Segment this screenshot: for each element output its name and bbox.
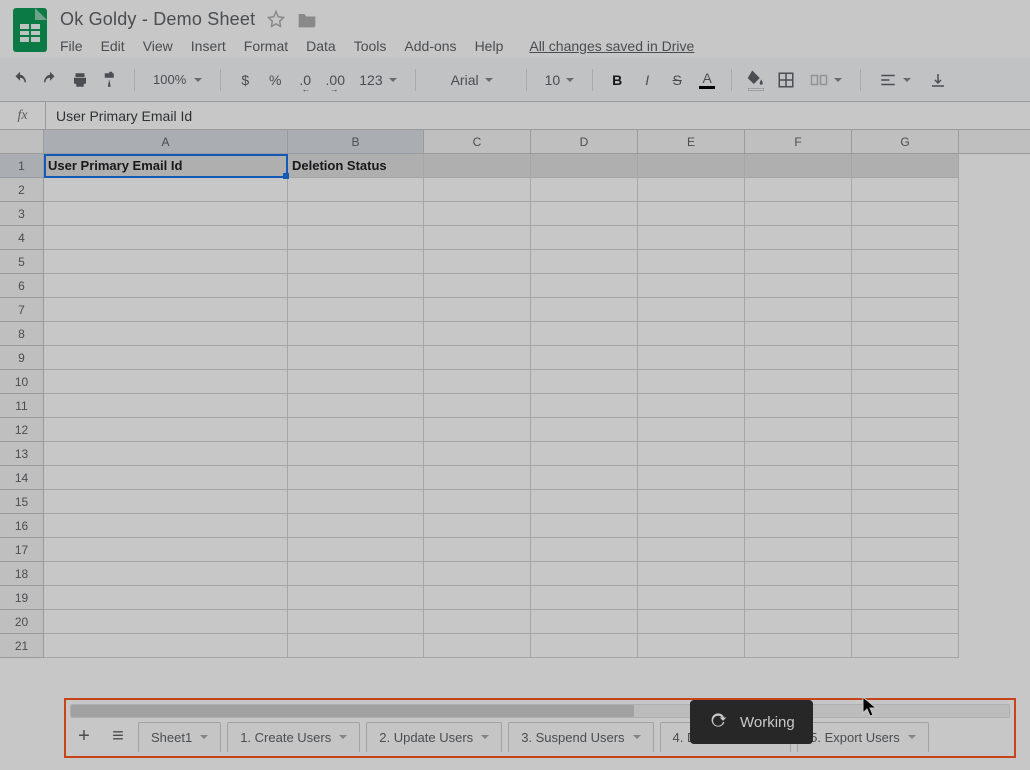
formula-bar: fx — [0, 102, 1030, 130]
refresh-icon — [708, 710, 728, 734]
row-7: 7 — [0, 298, 1030, 322]
row-16: 16 — [0, 514, 1030, 538]
menu-data[interactable]: Data — [306, 38, 336, 54]
move-folder-icon[interactable] — [297, 10, 317, 28]
menu-addons[interactable]: Add-ons — [404, 38, 456, 54]
fill-color-button[interactable] — [742, 66, 770, 94]
cell[interactable] — [745, 154, 852, 178]
font-size-dropdown[interactable]: 10 — [537, 66, 583, 94]
number-format-dropdown[interactable]: 123 — [351, 66, 404, 94]
zoom-dropdown[interactable]: 100% — [145, 72, 210, 87]
text-color-button[interactable]: A — [693, 66, 721, 94]
row-1: 1 User Primary Email Id Deletion Status — [0, 154, 1030, 178]
bold-button[interactable]: B — [603, 66, 631, 94]
cell[interactable] — [424, 154, 531, 178]
row-8: 8 — [0, 322, 1030, 346]
formula-input[interactable] — [46, 102, 1030, 129]
row-2: 2 — [0, 178, 1030, 202]
menu-tools[interactable]: Tools — [354, 38, 387, 54]
row-6: 6 — [0, 274, 1030, 298]
col-header-A[interactable]: A — [44, 130, 288, 153]
increase-decimals-button[interactable]: .00→ — [321, 66, 349, 94]
add-sheet-button[interactable]: + — [70, 723, 98, 751]
format-currency-button[interactable]: $ — [231, 66, 259, 94]
cell[interactable] — [852, 154, 959, 178]
row-9: 9 — [0, 346, 1030, 370]
toast-label: Working — [740, 714, 795, 731]
column-headers: A B C D E F G — [0, 130, 1030, 154]
sheets-logo-icon[interactable] — [10, 6, 50, 54]
italic-button[interactable]: I — [633, 66, 661, 94]
sheet-tab-export-users[interactable]: 5. Export Users — [797, 722, 929, 752]
sheet-tab-suspend-users[interactable]: 3. Suspend Users — [508, 722, 653, 752]
menu-edit[interactable]: Edit — [101, 38, 125, 54]
cell[interactable] — [638, 154, 745, 178]
strikethrough-button[interactable]: S — [663, 66, 691, 94]
col-header-C[interactable]: C — [424, 130, 531, 153]
all-sheets-button[interactable]: ≡ — [104, 723, 132, 751]
row-18: 18 — [0, 562, 1030, 586]
menu-file[interactable]: File — [60, 38, 83, 54]
menu-view[interactable]: View — [143, 38, 173, 54]
row-header[interactable]: 1 — [0, 154, 44, 178]
decrease-decimals-button[interactable]: .0← — [291, 66, 319, 94]
cell-B1[interactable]: Deletion Status — [288, 154, 424, 178]
row-3: 3 — [0, 202, 1030, 226]
sheet-tab-update-users[interactable]: 2. Update Users — [366, 722, 502, 752]
borders-button[interactable] — [772, 66, 800, 94]
col-header-B[interactable]: B — [288, 130, 424, 153]
undo-button[interactable] — [6, 66, 34, 94]
format-percent-button[interactable]: % — [261, 66, 289, 94]
select-all-corner[interactable] — [0, 130, 44, 153]
doc-header: Ok Goldy - Demo Sheet File Edit View Ins… — [0, 0, 1030, 54]
row-5: 5 — [0, 250, 1030, 274]
print-button[interactable] — [66, 66, 94, 94]
cell[interactable] — [531, 154, 638, 178]
horizontal-align-dropdown[interactable] — [871, 66, 919, 94]
mouse-cursor-icon — [862, 696, 878, 718]
col-header-F[interactable]: F — [745, 130, 852, 153]
menu-bar: File Edit View Insert Format Data Tools … — [60, 32, 694, 54]
working-toast: Working — [690, 700, 813, 744]
star-icon[interactable] — [267, 10, 285, 28]
sheet-area: A B C D E F G 1 User Primary Email Id De… — [0, 130, 1030, 710]
row-20: 20 — [0, 610, 1030, 634]
row-12: 12 — [0, 418, 1030, 442]
doc-title[interactable]: Ok Goldy - Demo Sheet — [60, 9, 255, 30]
font-family-dropdown[interactable]: Arial — [426, 66, 516, 94]
row-11: 11 — [0, 394, 1030, 418]
cell-A1[interactable]: User Primary Email Id — [44, 154, 288, 178]
row-10: 10 — [0, 370, 1030, 394]
sheet-tab-sheet1[interactable]: Sheet1 — [138, 722, 221, 752]
redo-button[interactable] — [36, 66, 64, 94]
fx-label: fx — [0, 102, 46, 129]
save-status[interactable]: All changes saved in Drive — [529, 38, 694, 54]
vertical-align-dropdown[interactable] — [921, 66, 955, 94]
col-header-E[interactable]: E — [638, 130, 745, 153]
menu-insert[interactable]: Insert — [191, 38, 226, 54]
col-header-G[interactable]: G — [852, 130, 959, 153]
toolbar: 100% $ % .0← .00→ 123 Arial 10 B I S A — [0, 58, 1030, 102]
row-4: 4 — [0, 226, 1030, 250]
merge-cells-button[interactable] — [802, 66, 850, 94]
row-21: 21 — [0, 634, 1030, 658]
col-header-D[interactable]: D — [531, 130, 638, 153]
row-15: 15 — [0, 490, 1030, 514]
menu-help[interactable]: Help — [475, 38, 504, 54]
sheet-tabs-row: + ≡ Sheet1 1. Create Users 2. Update Use… — [66, 718, 1014, 756]
menu-format[interactable]: Format — [244, 38, 288, 54]
row-14: 14 — [0, 466, 1030, 490]
row-19: 19 — [0, 586, 1030, 610]
sheet-tab-create-users[interactable]: 1. Create Users — [227, 722, 360, 752]
grid-body[interactable]: 1 User Primary Email Id Deletion Status … — [0, 154, 1030, 658]
row-13: 13 — [0, 442, 1030, 466]
row-17: 17 — [0, 538, 1030, 562]
paint-format-button[interactable] — [96, 66, 124, 94]
